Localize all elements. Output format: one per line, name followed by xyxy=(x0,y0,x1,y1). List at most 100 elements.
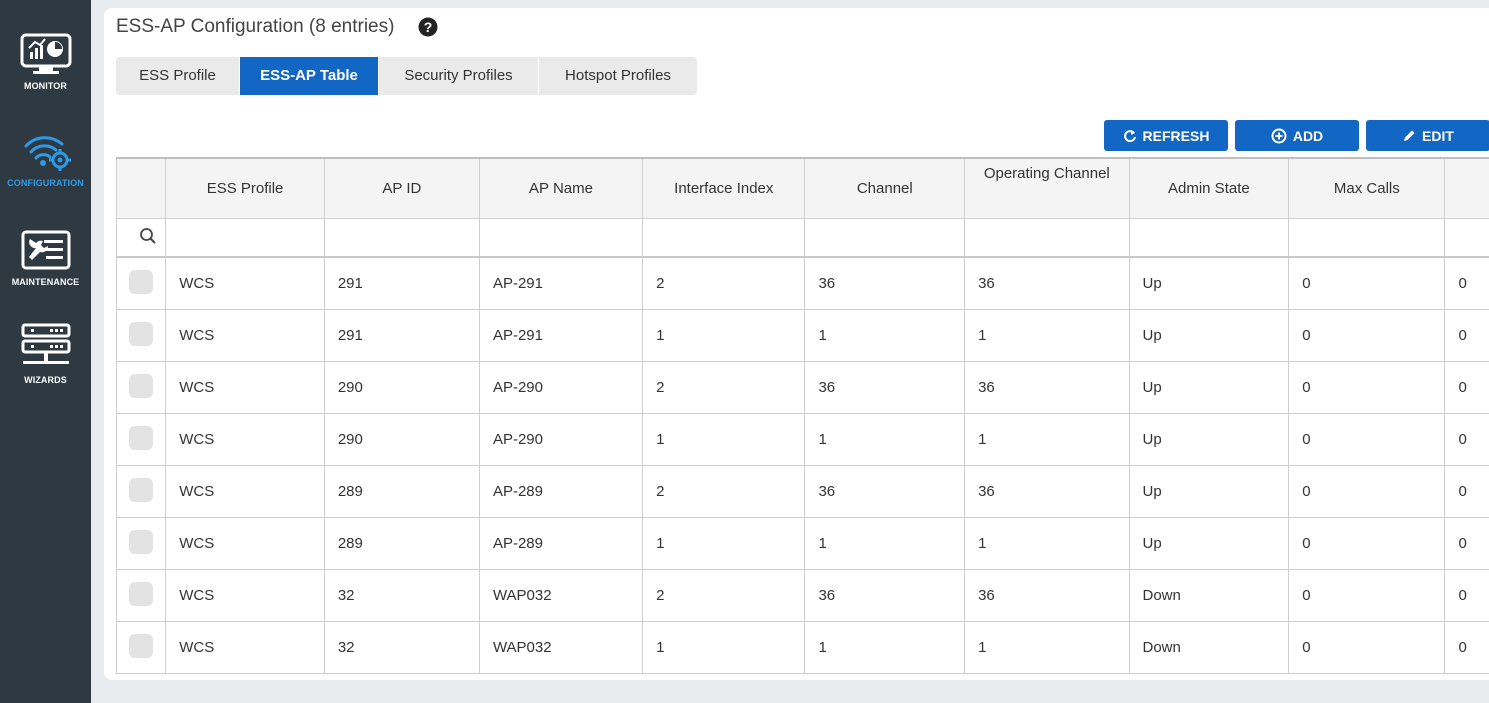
filter-input[interactable] xyxy=(1444,218,1489,258)
table-cell: Up xyxy=(1128,517,1290,570)
table-cell: AP-290 xyxy=(478,413,644,466)
table-cell: 1 xyxy=(964,621,1130,674)
table-cell: 0 xyxy=(1444,465,1489,518)
table-row[interactable]: WCS 289 AP-289 1 1 1 Up 0 0 xyxy=(115,517,1489,570)
filter-row xyxy=(115,218,1489,258)
table-cell: 2 xyxy=(642,569,806,622)
row-checkbox[interactable] xyxy=(129,321,154,346)
table-cell: 2 xyxy=(642,256,806,310)
table-cell: Down xyxy=(1128,621,1290,674)
table-cell: 2 xyxy=(642,361,806,414)
refresh-button[interactable]: REFRESH xyxy=(1104,120,1228,151)
table-row[interactable]: WCS 290 AP-290 2 36 36 Up 0 0 xyxy=(115,361,1489,414)
table-cell: WCS xyxy=(165,256,325,310)
column-header[interactable]: Interface Index xyxy=(642,157,806,219)
select-column-header xyxy=(115,157,167,219)
filter-input[interactable] xyxy=(1128,218,1290,258)
refresh-label: REFRESH xyxy=(1142,127,1210,144)
row-checkbox[interactable] xyxy=(129,477,154,502)
table-row[interactable]: WCS 32 WAP032 1 1 1 Down 0 0 xyxy=(115,621,1489,674)
table-cell: 289 xyxy=(323,517,480,570)
table-cell: 2 xyxy=(642,465,806,518)
table-cell: 32 xyxy=(323,569,480,622)
row-select-cell xyxy=(115,621,167,674)
row-select-cell xyxy=(115,569,167,622)
column-header[interactable]: ESS Profile xyxy=(165,157,325,219)
table-cell: WAP032 xyxy=(478,621,644,674)
nav-monitor[interactable]: MONITOR xyxy=(0,33,91,91)
table-row[interactable]: WCS 289 AP-289 2 36 36 Up 0 0 xyxy=(115,465,1489,518)
table-cell: 0 xyxy=(1288,517,1446,570)
table-row[interactable]: WCS 32 WAP032 2 36 36 Down 0 0 xyxy=(115,569,1489,622)
table-row[interactable]: WCS 290 AP-290 1 1 1 Up 0 0 xyxy=(115,413,1489,466)
filter-input[interactable] xyxy=(964,218,1130,258)
table-cell: Up xyxy=(1128,309,1290,362)
column-header[interactable]: Admin State xyxy=(1128,157,1290,219)
filter-input[interactable] xyxy=(642,218,806,258)
column-header[interactable]: Channel xyxy=(804,157,966,219)
table-cell: 291 xyxy=(323,309,480,362)
table-cell: WCS xyxy=(165,309,325,362)
filter-input[interactable] xyxy=(1288,218,1446,258)
tab-hotspot-profiles[interactable]: Hotspot Profiles xyxy=(539,57,697,95)
table-cell: 0 xyxy=(1288,309,1446,362)
table-cell: WCS xyxy=(165,621,325,674)
table-cell: Up xyxy=(1128,361,1290,414)
add-button[interactable]: ADD xyxy=(1235,120,1359,151)
row-checkbox[interactable] xyxy=(129,373,154,398)
tab-security-profiles[interactable]: Security Profiles xyxy=(379,57,539,95)
tab-ess-ap-table[interactable]: ESS-AP Table xyxy=(240,57,379,95)
add-label: ADD xyxy=(1292,127,1324,144)
filter-input[interactable] xyxy=(323,218,480,258)
table-cell: 1 xyxy=(804,413,966,466)
table-cell: 0 xyxy=(1288,256,1446,310)
table-cell: WCS xyxy=(165,569,325,622)
edit-button[interactable]: EDIT xyxy=(1366,120,1489,151)
table-cell: 1 xyxy=(964,309,1130,362)
wizards-icon xyxy=(21,323,70,364)
tab-ess-profile[interactable]: ESS Profile xyxy=(116,57,240,95)
column-header[interactable]: AP Name xyxy=(478,157,644,219)
table-cell: 1 xyxy=(964,413,1130,466)
table-cell: 36 xyxy=(804,361,966,414)
table-cell: 0 xyxy=(1444,621,1489,674)
table-cell: 36 xyxy=(804,465,966,518)
nav-configuration[interactable]: CONFIGURATION xyxy=(0,132,91,188)
table-cell: 36 xyxy=(964,569,1130,622)
filter-input[interactable] xyxy=(165,218,325,258)
table-cell: 290 xyxy=(323,361,480,414)
column-header[interactable]: Max Calls xyxy=(1288,157,1446,219)
column-header[interactable] xyxy=(1444,157,1489,219)
question-circle-icon[interactable]: ? xyxy=(418,17,438,37)
row-checkbox[interactable] xyxy=(129,269,154,294)
row-select-cell xyxy=(115,309,167,362)
nav-maintenance[interactable]: MAINTENANCE xyxy=(0,229,91,287)
plus-circle-icon xyxy=(1271,128,1287,143)
column-header[interactable]: AP ID xyxy=(323,157,480,219)
table-cell: Up xyxy=(1128,413,1290,466)
filter-input[interactable] xyxy=(804,218,966,258)
filter-input[interactable] xyxy=(478,218,644,258)
configuration-icon xyxy=(24,136,71,171)
nav-wizards[interactable]: WIZARDS xyxy=(0,323,91,385)
table-cell: 0 xyxy=(1288,621,1446,674)
table-row[interactable]: WCS 291 AP-291 2 36 36 Up 0 0 xyxy=(115,256,1489,310)
table-cell: 32 xyxy=(323,621,480,674)
row-checkbox[interactable] xyxy=(129,425,154,450)
filter-search-cell xyxy=(115,218,167,258)
table-cell: 0 xyxy=(1288,413,1446,466)
table-cell: 0 xyxy=(1444,569,1489,622)
pencil-icon xyxy=(1404,130,1415,141)
table-cell: Up xyxy=(1128,256,1290,310)
table-cell: 1 xyxy=(804,621,966,674)
row-checkbox[interactable] xyxy=(129,529,154,554)
monitor-icon xyxy=(20,33,71,74)
table-row[interactable]: WCS 291 AP-291 1 1 1 Up 0 0 xyxy=(115,309,1489,362)
ess-ap-table: ESS Profile AP ID AP Name Interface Inde… xyxy=(115,157,1489,674)
table-cell: 36 xyxy=(964,361,1130,414)
row-checkbox[interactable] xyxy=(129,581,154,606)
column-header[interactable]: Operating Channel xyxy=(964,157,1130,219)
row-select-cell xyxy=(115,361,167,414)
row-checkbox[interactable] xyxy=(129,633,154,658)
svg-text:?: ? xyxy=(424,19,433,35)
